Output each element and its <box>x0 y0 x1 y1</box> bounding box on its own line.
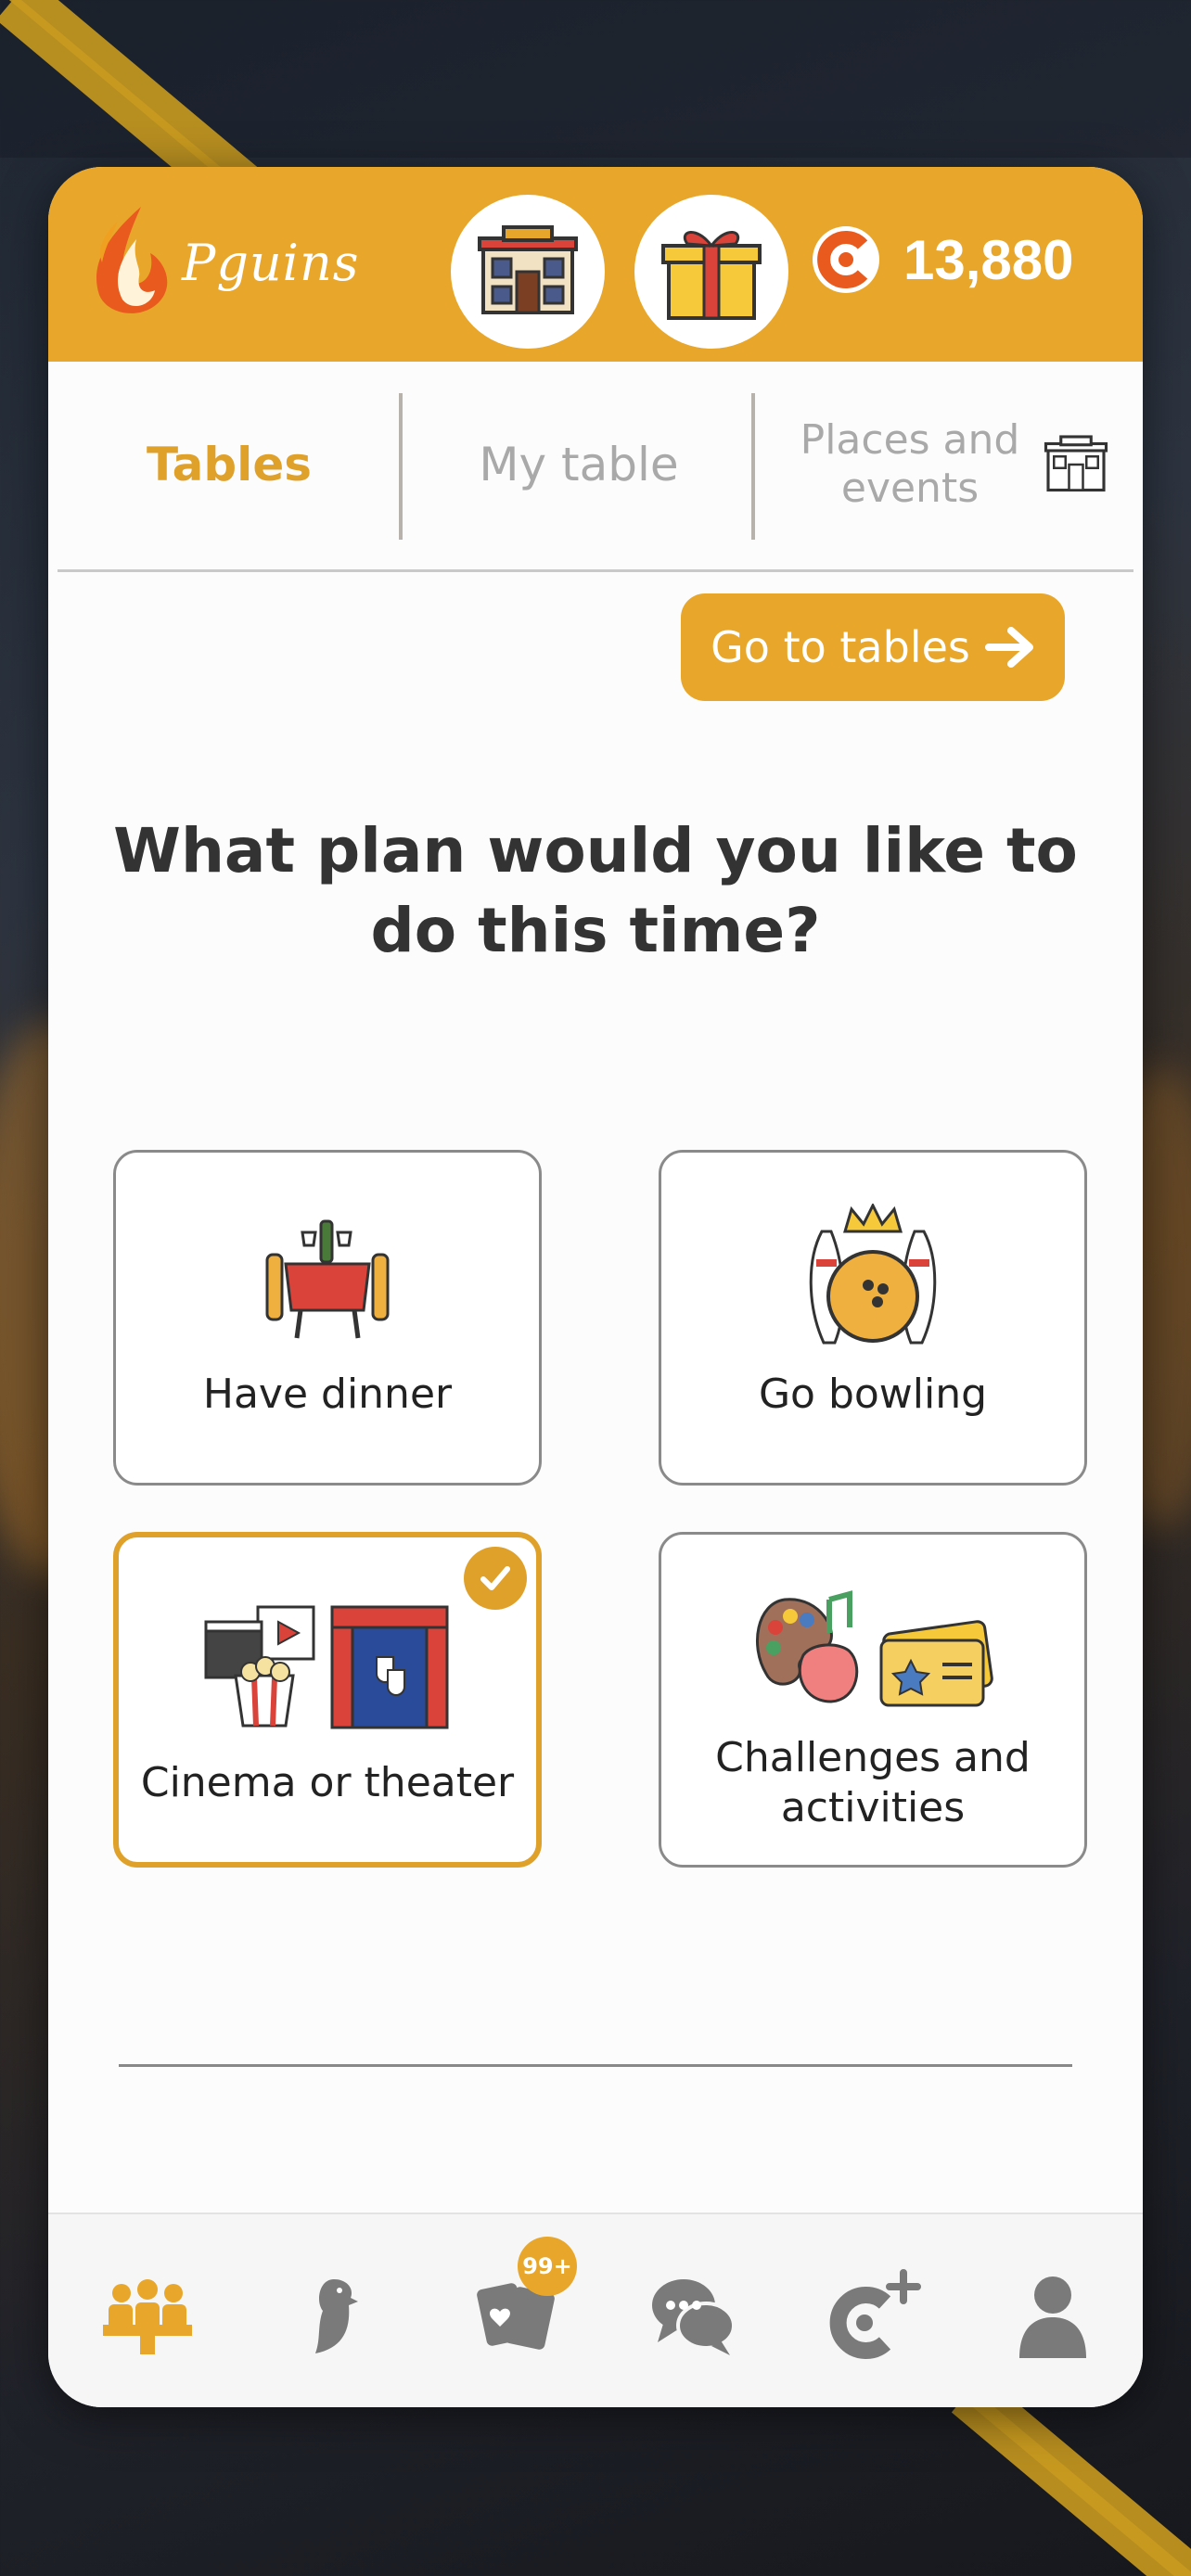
arrow-right-icon <box>984 627 1033 668</box>
coin-plus-icon <box>829 2269 921 2359</box>
flame-icon <box>96 207 168 313</box>
option-label: Go bowling <box>758 1371 988 1418</box>
plan-question: What plan would you like to do this time… <box>113 815 1078 966</box>
nav-chat[interactable] <box>642 2264 744 2366</box>
app-name: Pguins <box>182 233 360 292</box>
cinema-theater-icon <box>204 1605 449 1729</box>
option-have-dinner[interactable]: Have dinner <box>113 1150 542 1486</box>
app-card: Pguins 13,880 Tables My table Places and… <box>48 167 1143 2407</box>
gift-button[interactable] <box>634 195 788 349</box>
building-icon <box>478 225 578 314</box>
profile-icon <box>1019 2276 1086 2358</box>
option-label: Cinema or theater <box>140 1759 515 1806</box>
bowling-icon <box>809 1204 937 1345</box>
chat-icon <box>652 2279 736 2355</box>
bottom-navigation: 99+ <box>48 2213 1143 2407</box>
tabs-underline <box>58 569 1133 572</box>
tab-places-events[interactable]: Places and events <box>755 362 1143 567</box>
coin-balance[interactable]: 13,880 <box>809 223 1074 297</box>
tab-label: My table <box>479 438 679 491</box>
group-table-icon <box>103 2279 192 2354</box>
nav-penguin[interactable] <box>278 2264 380 2366</box>
nav-tables[interactable] <box>96 2264 198 2366</box>
go-to-tables-label: Go to tables <box>711 622 970 672</box>
activities-icon <box>755 1590 993 1707</box>
dinner-table-icon <box>265 1219 390 1339</box>
nav-profile[interactable] <box>1002 2264 1104 2366</box>
nav-cards[interactable]: 99+ <box>464 2237 577 2366</box>
top-bar: Pguins 13,880 <box>48 167 1143 362</box>
penguin-icon <box>315 2279 358 2353</box>
section-divider <box>119 2064 1072 2067</box>
app-logo: Pguins <box>85 202 359 323</box>
nav-buy-coins[interactable] <box>824 2264 926 2366</box>
selected-check-icon <box>464 1547 527 1610</box>
tab-my-table[interactable]: My table <box>403 362 755 567</box>
option-label: Challenges and activities <box>715 1734 1031 1831</box>
go-to-tables-button[interactable]: Go to tables <box>681 593 1065 701</box>
option-go-bowling[interactable]: Go bowling <box>659 1150 1087 1486</box>
main-tabs: Tables My table Places and events <box>48 362 1143 567</box>
option-label: Have dinner <box>202 1371 453 1418</box>
option-cinema-theater[interactable]: Cinema or theater <box>113 1532 542 1868</box>
coin-count: 13,880 <box>903 228 1074 291</box>
option-challenges-activities[interactable]: Challenges and activities <box>659 1532 1087 1868</box>
tab-label: Tables <box>146 438 312 491</box>
tab-label: Places and events <box>800 416 1020 512</box>
notification-badge: 99+ <box>518 2237 577 2296</box>
building-icon <box>1044 435 1108 492</box>
venue-button[interactable] <box>451 195 605 349</box>
tab-tables[interactable]: Tables <box>58 362 401 567</box>
gift-icon <box>661 231 762 320</box>
coin-icon <box>813 226 879 293</box>
